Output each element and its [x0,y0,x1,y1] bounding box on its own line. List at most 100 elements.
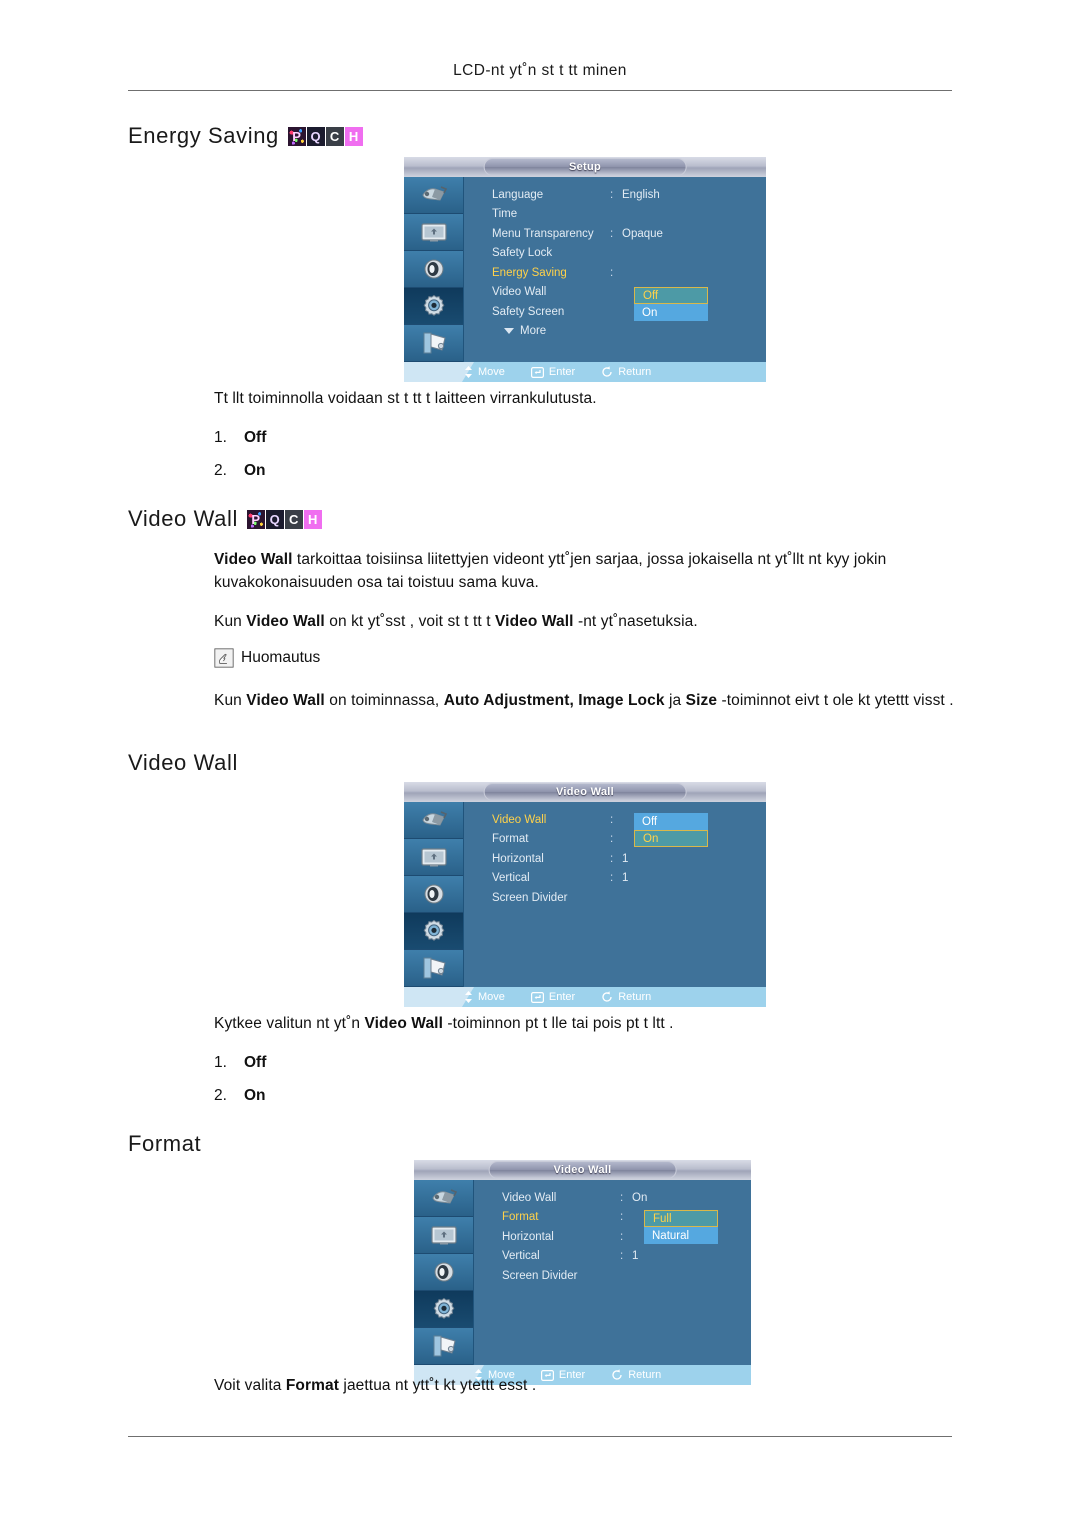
osd-footer: Move Enter Return [404,362,766,382]
osd-option-full[interactable]: Full [644,1210,718,1227]
osd-sidebar-item-sound-speaker[interactable] [404,876,463,913]
osd-footer-move: Move [474,1369,515,1381]
osd-menu-row-label: Horizontal [492,852,544,865]
osd-menu-row-value: 1 [632,1250,639,1263]
osd-footer-items: Move Enter Return [414,1369,751,1381]
vw-p2-b2: Video Wall [495,613,574,630]
osd-menu-list: Video Wall: On Format: Horizontal: Vertical:… [474,1180,751,1365]
enter-key-icon [530,366,544,378]
osd-sidebar-item-picture[interactable] [414,1217,473,1254]
osd-menu-row[interactable]: Safety Lock [464,244,766,264]
heading-video-wall-sub: Video Wall [128,752,238,774]
return-arrow-icon [602,366,612,377]
osd-sidebar-item-picture[interactable] [404,839,463,876]
badge-q-icon: Q [265,509,284,529]
osd-menu-row-value: English [622,188,660,201]
osd-sidebar [414,1180,474,1365]
osd-sidebar-item-multi-control[interactable] [404,325,463,362]
heading-format-label: Format [128,1131,202,1156]
osd-menu-row[interactable]: Screen Divider [464,888,766,908]
return-arrow-icon [602,991,612,1002]
heading-energy-saving: Energy Saving P Q C H [128,125,363,147]
osd-more-label: More [520,325,547,337]
osd-menu-row[interactable]: Video Wall [464,283,766,303]
osd-sidebar-item-multi-control[interactable] [414,1328,473,1365]
osd-menu-row[interactable]: Time [464,205,766,225]
osd-option-natural[interactable]: Natural [644,1227,718,1244]
osd-menu-row[interactable]: Horizontal:1 [464,849,766,869]
osd-sidebar-item-input-plug[interactable] [404,802,463,839]
osd-footer-return-label: Return [618,991,652,1003]
list-item-number: 1. [214,1054,227,1071]
osd-option-off[interactable]: Off [634,287,708,304]
osd-sidebar [404,177,464,362]
vw-p2-b1: Video Wall [246,613,325,630]
sound-speaker-icon [421,258,447,280]
osd-footer-return-label: Return [618,366,652,378]
osd-sidebar-item-input-plug[interactable] [404,177,463,214]
osd-sidebar-item-setup-gear[interactable] [404,913,463,950]
move-arrows-icon [465,991,472,1003]
badge-p-icon: P [246,509,265,529]
list-item: 2. On [214,1087,266,1105]
vws-a: Kytkee valitun nt yt˚n [214,1015,365,1032]
osd-sidebar-item-setup-gear[interactable] [414,1291,473,1328]
heading-video-wall-sub-label: Video Wall [128,750,238,775]
osd-option-popup[interactable]: Off On [634,813,708,847]
osd-body: Video Wall: Format: Horizontal:1 Vertical:1… [404,802,766,987]
osd-menu-row[interactable]: Safety Screen [464,302,766,322]
osd-sidebar [404,802,464,987]
osd-sidebar-item-sound-speaker[interactable] [414,1254,473,1291]
osd-menu-row[interactable]: Video Wall: [464,810,766,830]
osd-footer-items: Move Enter Return [404,991,766,1003]
osd-more-row[interactable]: More [464,322,766,341]
running-header: LCD-nt yt˚n st t tt minen [453,62,627,79]
osd-menu-row-colon: : [610,188,614,201]
osd-title: Video Wall [553,1164,612,1176]
osd-footer-return: Return [611,1369,661,1381]
osd-menu-row[interactable]: Format: [464,830,766,850]
osd-footer-enter-label: Enter [548,366,576,378]
list-item: 2. On [214,462,266,480]
osd-menu-row[interactable]: Menu Transparency: Opaque [464,224,766,244]
sound-speaker-icon [431,1261,457,1283]
osd-sidebar-item-multi-control[interactable] [404,950,463,987]
osd-option-on[interactable]: On [634,830,708,847]
badge-p-icon: P [287,126,306,146]
osd-menu-row-label: Video Wall [492,813,547,826]
osd-option-on[interactable]: On [634,304,708,321]
osd-menu-row[interactable]: Vertical:1 [464,869,766,889]
osd-footer: Move Enter Return [404,987,766,1007]
osd-menu-row-colon: : [610,872,614,885]
osd-option-popup[interactable]: Off On [634,287,708,321]
note-b2: Auto Adjustment, Image Lock [443,692,665,709]
osd-footer-return: Return [601,366,651,378]
osd-sidebar-item-input-plug[interactable] [414,1180,473,1217]
note-hand-icon [214,648,234,668]
osd-menu-row-label: Energy Saving [492,266,567,279]
osd-titlebar: Video Wall [414,1160,751,1180]
osd-menu-row[interactable]: Screen Divider [474,1266,751,1286]
osd-menu-row-label: Vertical [502,1250,540,1263]
osd-menu-row[interactable]: Vertical:1 [474,1247,751,1267]
video-wall-paragraph-2: Kun Video Wall on kt yt˚sst , voit st t … [214,611,952,634]
osd-menu-row[interactable]: Video Wall: On [474,1188,751,1208]
osd-menu-row-label: Horizontal [502,1230,554,1243]
osd-option-off[interactable]: Off [634,813,708,830]
osd-menu-row[interactable]: Energy Saving: [464,263,766,283]
osd-menu-row[interactable]: Language: English [464,185,766,205]
osd-footer-move: Move [464,991,505,1003]
vw-p2-a: Kun [214,613,247,630]
multi-control-icon [419,331,449,355]
osd-menu-row-label: Time [492,208,518,221]
osd-sidebar-item-sound-speaker[interactable] [404,251,463,288]
osd-menu-row-label: Format [502,1211,539,1224]
header-rule [128,90,952,91]
osd-body: Video Wall: On Format: Horizontal: Vertical:… [414,1180,751,1365]
list-item: 1. Off [214,429,266,447]
osd-option-popup[interactable]: Full Natural [644,1210,718,1244]
osd-titlebar: Video Wall [404,782,766,802]
osd-sidebar-item-picture[interactable] [404,214,463,251]
osd-menu-row-label: Safety Lock [492,247,553,260]
osd-sidebar-item-setup-gear[interactable] [404,288,463,325]
